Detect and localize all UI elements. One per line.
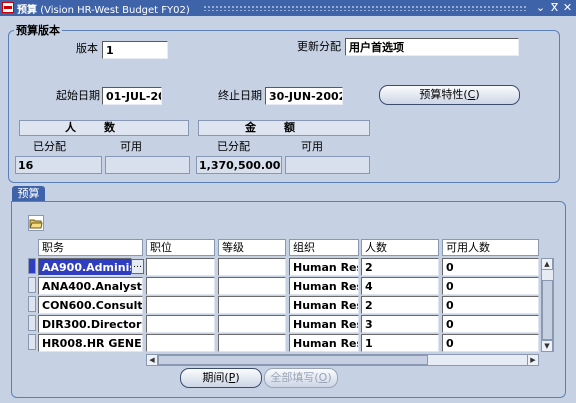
start-date-label: 起始日期	[56, 89, 100, 102]
hc-allocated-label: 已分配	[33, 140, 66, 153]
app-icon	[2, 2, 14, 13]
horizontal-scroll-thumb[interactable]	[158, 355, 428, 365]
col-header-available: 可用人数	[442, 239, 539, 256]
hc-available-label: 可用	[120, 140, 142, 153]
update-alloc-label: 更新分配	[297, 40, 341, 53]
version-label: 版本	[76, 42, 98, 55]
position-cell[interactable]	[146, 334, 215, 352]
row-indicator[interactable]	[28, 277, 36, 293]
available-cell: 0	[442, 296, 539, 314]
headcount-cell[interactable]: 2	[361, 258, 439, 276]
scroll-right-icon[interactable]: ▶	[527, 354, 539, 366]
row-indicator[interactable]	[28, 258, 36, 274]
start-date-field[interactable]: 01-JUL-2001	[102, 87, 162, 105]
job-cell[interactable]: ANA400.Analyst	[38, 277, 143, 295]
amount-header: 金额	[198, 120, 370, 136]
position-cell[interactable]	[146, 296, 215, 314]
window-title-main: 预算	[17, 5, 37, 16]
col-header-position: 职位	[146, 239, 215, 256]
lov-button[interactable]: …	[131, 259, 144, 274]
headcount-cell[interactable]: 1	[361, 334, 439, 352]
scroll-up-icon[interactable]: ▲	[541, 258, 553, 270]
position-cell[interactable]	[146, 258, 215, 276]
open-folder-icon[interactable]	[28, 215, 44, 231]
available-cell: 0	[442, 277, 539, 295]
budget-characteristics-button[interactable]: 预算特性(C)	[379, 85, 520, 105]
scroll-down-icon[interactable]: ▼	[541, 340, 553, 352]
headcount-cell[interactable]: 4	[361, 277, 439, 295]
available-cell: 0	[442, 258, 539, 276]
budget-version-title: 预算版本	[14, 22, 62, 38]
job-cell[interactable]: DIR300.Director	[38, 315, 143, 333]
col-header-organization: 组织	[289, 239, 359, 256]
maximize-icon[interactable]: ⴳ	[548, 1, 561, 14]
periods-button[interactable]: 期间(P)	[180, 368, 262, 388]
available-cell: 0	[442, 315, 539, 333]
grade-cell[interactable]	[218, 334, 286, 352]
hc-allocated-field: 16	[15, 156, 102, 174]
row-indicator[interactable]	[28, 334, 36, 350]
col-header-headcount: 人数	[361, 239, 439, 256]
minimize-icon[interactable]: ⌄	[534, 1, 547, 14]
end-date-label: 终止日期	[218, 89, 262, 102]
headcount-cell[interactable]: 3	[361, 315, 439, 333]
scroll-left-icon[interactable]: ◀	[146, 354, 158, 366]
org-cell[interactable]: Human Resou	[289, 296, 359, 314]
position-cell[interactable]	[146, 315, 215, 333]
headcount-cell[interactable]: 2	[361, 296, 439, 314]
fill-all-button[interactable]: 全部填写(O)	[264, 368, 338, 388]
position-cell[interactable]	[146, 277, 215, 295]
amt-available-label: 可用	[301, 140, 323, 153]
job-cell[interactable]: AA900.Administra	[38, 258, 132, 276]
update-alloc-field[interactable]: 用户首选项	[345, 38, 519, 56]
org-cell[interactable]: Human Resou	[289, 277, 359, 295]
grade-cell[interactable]	[218, 315, 286, 333]
grade-cell[interactable]	[218, 277, 286, 295]
window-title: 预算 (Vision HR-West Budget FY02)	[17, 1, 190, 16]
grade-cell[interactable]	[218, 258, 286, 276]
title-bar-texture	[203, 5, 527, 11]
job-cell[interactable]: HR008.HR GENERAL	[38, 334, 143, 352]
row-indicator[interactable]	[28, 296, 36, 312]
end-date-field[interactable]: 30-JUN-2002	[265, 87, 343, 105]
grade-cell[interactable]	[218, 296, 286, 314]
amt-allocated-field: 1,370,500.00	[196, 156, 282, 174]
org-cell[interactable]: Human Resou	[289, 334, 359, 352]
hc-available-field	[105, 156, 190, 174]
window-title-sub: (Vision HR-West Budget FY02)	[40, 5, 190, 16]
org-cell[interactable]: Human Resou	[289, 258, 359, 276]
org-cell[interactable]: Human Resou	[289, 315, 359, 333]
col-header-grade: 等级	[218, 239, 286, 256]
title-bar: 预算 (Vision HR-West Budget FY02) ⌄ ⴳ ✕	[0, 0, 576, 16]
col-header-job: 职务	[38, 239, 143, 256]
available-cell: 0	[442, 334, 539, 352]
vertical-scroll-thumb[interactable]	[542, 280, 553, 340]
headcount-header: 人数	[19, 120, 189, 136]
job-cell[interactable]: CON600.Consultant	[38, 296, 143, 314]
version-field[interactable]: 1	[102, 41, 168, 59]
close-icon[interactable]: ✕	[561, 1, 574, 14]
amt-allocated-label: 已分配	[217, 140, 250, 153]
amt-available-field	[285, 156, 370, 174]
tab-budget[interactable]: 预算	[12, 186, 45, 202]
row-indicator[interactable]	[28, 315, 36, 331]
